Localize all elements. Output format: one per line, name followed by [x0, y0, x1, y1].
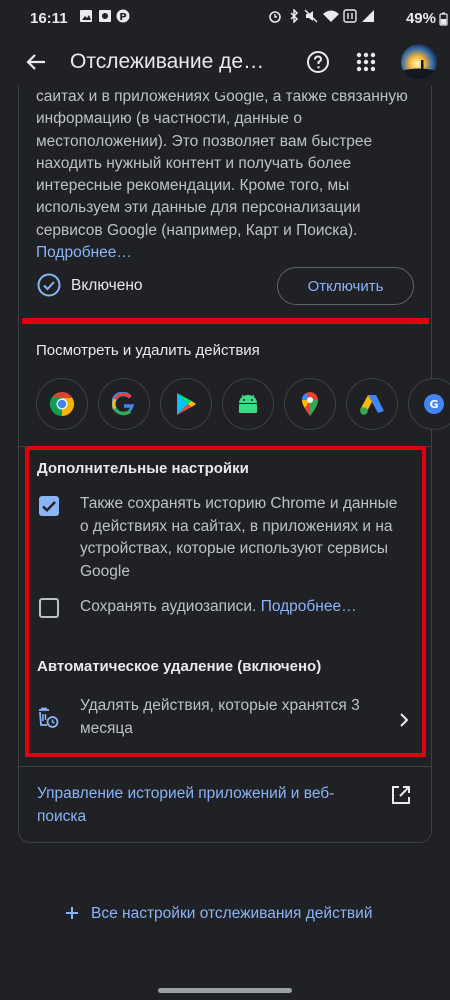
- activity-apps-row: G: [36, 378, 450, 432]
- bluetooth-icon: [290, 9, 299, 23]
- chrome-history-label: Также сохранять историю Chrome и данные …: [80, 495, 398, 580]
- audio-label: Сохранять аудиозаписи.: [80, 598, 257, 615]
- chevron-right-icon[interactable]: [396, 710, 412, 730]
- activity-section-title: Посмотреть и удалить действия: [36, 342, 260, 359]
- section-divider: [19, 766, 431, 767]
- back-button[interactable]: [20, 46, 52, 78]
- highlight-line: [22, 318, 429, 324]
- status-bar: 16:11 P 49%: [0, 0, 450, 38]
- intro-paragraph: сайтах и в приложениях Google, а также с…: [36, 88, 408, 239]
- intro-more-link[interactable]: Подробнее…: [36, 244, 132, 261]
- image-icon: [99, 10, 111, 22]
- page-title: Отслеживание де…: [70, 50, 265, 73]
- maps-icon[interactable]: [284, 378, 336, 430]
- svg-text:P: P: [119, 12, 126, 23]
- plus-icon: [64, 905, 80, 921]
- help-icon: [307, 51, 329, 73]
- app-bar: Отслеживание де…: [0, 38, 450, 86]
- play-store-icon[interactable]: [160, 378, 212, 430]
- enabled-status: Включено: [71, 277, 143, 294]
- advanced-section-title: Дополнительные настройки: [37, 460, 249, 477]
- auto-delete-row[interactable]: Удалять действия, которые хранятся 3 мес…: [80, 695, 375, 740]
- manage-history-link[interactable]: Управление историей приложений и веб-пои…: [37, 782, 367, 828]
- data-icon: [343, 9, 357, 23]
- pinterest-icon: P: [116, 9, 130, 23]
- apps-button[interactable]: [350, 46, 382, 78]
- auto-delete-icon: [36, 706, 60, 730]
- audio-more-link[interactable]: Подробнее…: [261, 598, 357, 615]
- checkmark-icon: [42, 501, 56, 512]
- help-button[interactable]: [302, 46, 334, 78]
- mute-icon: [304, 9, 318, 23]
- open-external-icon[interactable]: [390, 784, 412, 806]
- audio-checkbox[interactable]: [39, 598, 59, 618]
- audio-row: Сохранять аудиозаписи. Подробнее…: [80, 596, 410, 619]
- all-settings-link[interactable]: Все настройки отслеживания действий: [91, 905, 372, 923]
- check-circle-icon: [37, 273, 61, 297]
- svg-text:G: G: [429, 398, 438, 411]
- battery-level: 49%: [405, 10, 436, 27]
- arrow-back-icon: [26, 54, 45, 70]
- android-icon[interactable]: [222, 378, 274, 430]
- gesture-nav-handle[interactable]: [158, 988, 292, 993]
- google-news-icon[interactable]: G: [408, 378, 450, 430]
- status-time: 16:11: [30, 10, 68, 27]
- avatar[interactable]: [401, 44, 437, 80]
- chrome-history-checkbox[interactable]: [39, 496, 59, 516]
- avatar-image: [401, 44, 437, 80]
- scroll-fade: [19, 86, 431, 92]
- ads-icon[interactable]: [346, 378, 398, 430]
- disable-button[interactable]: Отключить: [277, 267, 414, 305]
- apps-grid-icon: [356, 52, 376, 72]
- battery-icon: [439, 12, 448, 26]
- intro-text: сайтах и в приложениях Google, а также с…: [36, 86, 416, 264]
- gallery-icon: [80, 10, 92, 22]
- auto-delete-title: Автоматическое удаление (включено): [37, 658, 322, 675]
- signal-icon: [362, 10, 374, 22]
- wifi-icon: [323, 10, 339, 22]
- alarm-icon: [269, 11, 281, 23]
- google-icon[interactable]: [98, 378, 150, 430]
- chrome-icon[interactable]: [36, 378, 88, 430]
